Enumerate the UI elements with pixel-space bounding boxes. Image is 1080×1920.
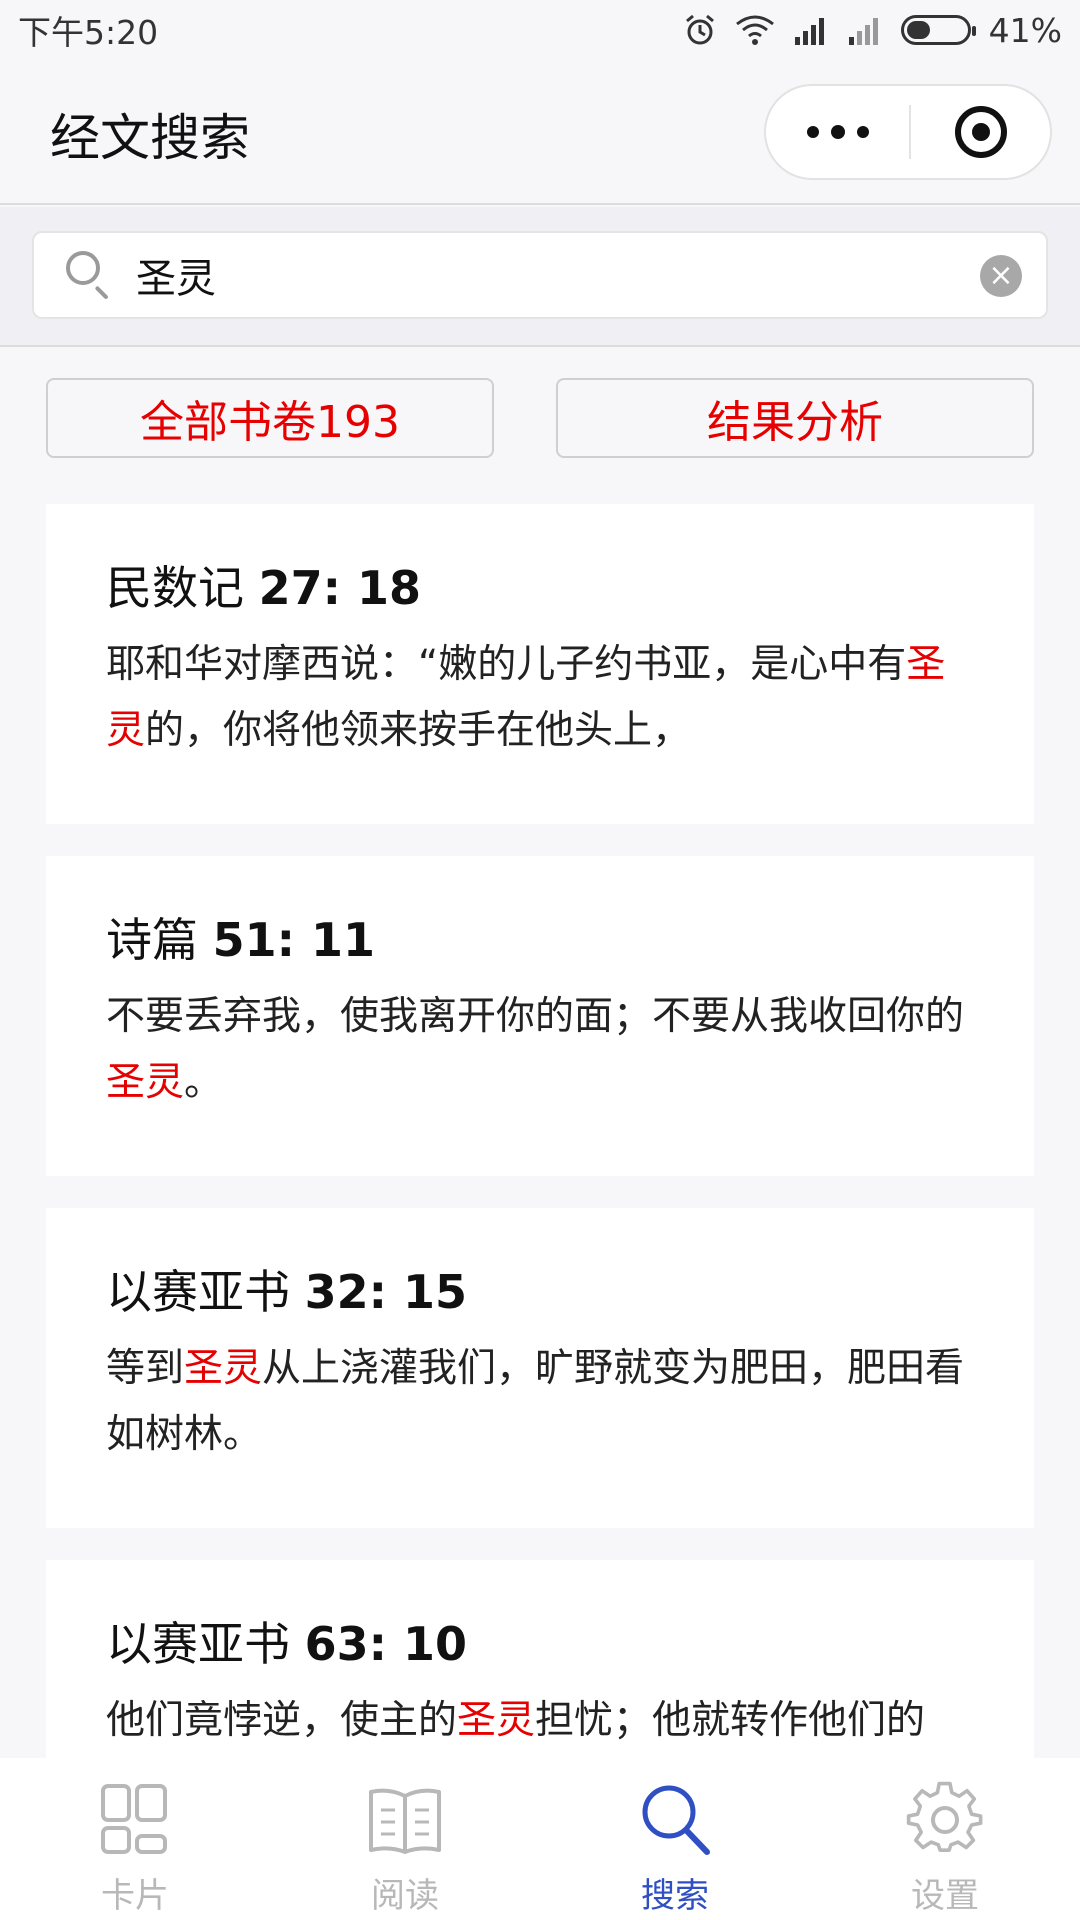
result-card[interactable]: 诗篇 51: 11 不要丢弃我，使我离开你的面；不要从我收回你的圣灵。 (46, 856, 1034, 1176)
tab-label: 阅读 (371, 1876, 439, 1916)
book-name: 以赛亚书 (106, 1617, 290, 1671)
verse-highlight: 圣灵 (184, 1346, 263, 1391)
tab-read[interactable]: 阅读 (270, 1758, 540, 1920)
signal-weak-icon (848, 18, 878, 45)
tab-cards[interactable]: 卡片 (0, 1758, 270, 1920)
close-program-button[interactable] (911, 106, 1050, 158)
gear-icon (906, 1781, 983, 1853)
verse-reference: 民数记 27: 18 (106, 556, 974, 620)
verse-highlight: 圣灵 (106, 1060, 185, 1105)
search-icon (62, 247, 118, 303)
tab-label: 卡片 (101, 1876, 169, 1916)
verse-reference: 以赛亚书 63: 10 (106, 1612, 974, 1676)
search-box[interactable]: × (32, 231, 1048, 319)
tab-settings[interactable]: 设置 (810, 1758, 1080, 1920)
verse-text: 不要丢弃我，使我离开你的面；不要从我收回你的圣灵。 (106, 984, 974, 1116)
verse-text: 等到圣灵从上浇灌我们，旷野就变为肥田，肥田看如树林。 (106, 1336, 974, 1468)
verse-text-before: 等到 (106, 1346, 185, 1391)
result-analysis-button[interactable]: 结果分析 (556, 378, 1034, 458)
verse-text: 耶和华对摩西说：“嫩的儿子约书亚，是心中有圣灵的，你将他领来按手在他头上， (106, 632, 974, 764)
all-books-button[interactable]: 全部书卷193 (46, 378, 494, 458)
verse-highlight: 圣灵 (457, 1698, 536, 1743)
verse-text-before: 他们竟悖逆，使主的 (106, 1698, 458, 1743)
battery-percent: 41% (988, 10, 1062, 50)
chapter-verse: 27: 18 (258, 561, 422, 615)
tab-bar: 卡片 阅读 搜索 设置 (0, 1758, 1080, 1920)
verse-text-before: 不要丢弃我，使我离开你的面；不要从我收回你的 (106, 994, 965, 1039)
verse-text-after: 。 (184, 1060, 224, 1105)
page-title: 经文搜索 (50, 109, 250, 167)
chapter-verse: 51: 11 (212, 913, 376, 967)
target-icon (954, 106, 1007, 158)
verse-reference: 诗篇 51: 11 (106, 908, 974, 972)
nav-bar: 经文搜索 (0, 60, 1080, 205)
tab-label: 搜索 (641, 1876, 709, 1916)
chapter-verse: 32: 15 (304, 1265, 468, 1319)
verse-text-after: 的，你将他领来按手在他头上， (145, 708, 692, 753)
clear-icon[interactable]: × (980, 255, 1022, 297)
book-name: 诗篇 (106, 913, 198, 967)
book-icon (369, 1788, 441, 1854)
verse-text-before: 耶和华对摩西说：“嫩的儿子约书亚，是心中有 (106, 642, 907, 687)
book-name: 以赛亚书 (106, 1265, 290, 1319)
more-button[interactable] (766, 125, 909, 139)
signal-icon (794, 18, 824, 45)
status-bar: 下午5:20 41% (0, 0, 1080, 60)
mini-program-capsule (764, 84, 1052, 180)
battery-icon (900, 15, 976, 45)
results-list: 民数记 27: 18 耶和华对摩西说：“嫩的儿子约书亚，是心中有圣灵的，你将他领… (46, 504, 1034, 1912)
tab-search[interactable]: 搜索 (540, 1758, 810, 1920)
tab-label: 设置 (911, 1876, 979, 1916)
search-icon (642, 1785, 710, 1855)
wifi-icon (735, 15, 774, 45)
cards-icon (101, 1784, 167, 1854)
status-icons: 41% (683, 11, 1062, 50)
search-area: × (0, 207, 1080, 347)
book-name: 民数记 (106, 561, 244, 615)
verse-text-after: 担忧；他就转作他们的 (535, 1698, 926, 1743)
search-input[interactable] (136, 252, 936, 298)
verse-text: 他们竟悖逆，使主的圣灵担忧；他就转作他们的 (106, 1688, 974, 1754)
alarm-icon (685, 14, 714, 45)
result-card[interactable]: 以赛亚书 32: 15 等到圣灵从上浇灌我们，旷野就变为肥田，肥田看如树林。 (46, 1208, 1034, 1528)
chapter-verse: 63: 10 (304, 1617, 468, 1671)
filter-row: 全部书卷193 结果分析 (0, 378, 1080, 460)
result-card[interactable]: 民数记 27: 18 耶和华对摩西说：“嫩的儿子约书亚，是心中有圣灵的，你将他领… (46, 504, 1034, 824)
verse-reference: 以赛亚书 32: 15 (106, 1260, 974, 1324)
status-time: 下午5:20 (18, 13, 159, 52)
